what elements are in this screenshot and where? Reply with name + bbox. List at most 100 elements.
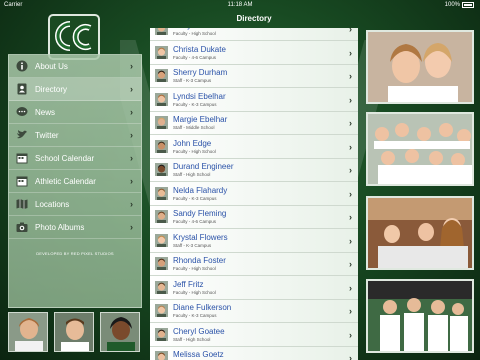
chevron-right-icon: › xyxy=(349,71,352,81)
chevron-right-icon: › xyxy=(130,199,133,209)
chevron-right-icon: › xyxy=(130,176,133,186)
battery-status: 100% xyxy=(445,0,474,10)
chevron-right-icon: › xyxy=(130,153,133,163)
avatar xyxy=(155,210,168,223)
person-role: Staff - K-3 Campus xyxy=(173,242,212,248)
sidebar-item-label: Directory xyxy=(35,84,68,94)
sidebar-nav: About Us › Directory › News › Twitter › … xyxy=(8,54,142,308)
person-role: Faculty - K-3 Campus xyxy=(173,101,217,107)
directory-row[interactable]: Nelda Flahardy Faculty - K-3 Campus › xyxy=(150,183,358,206)
directory-row[interactable]: Diane Fulkerson Faculty - K-3 Campus › xyxy=(150,300,358,323)
person-name: John Edge xyxy=(173,138,212,148)
sidebar-item-label: Locations xyxy=(35,199,70,209)
status-bar: Carrier 11:18 AM 100% xyxy=(0,0,480,10)
student-photo[interactable] xyxy=(8,312,48,352)
person-role: Faculty - K-3 Campus xyxy=(173,195,217,201)
chevron-right-icon: › xyxy=(349,306,352,316)
speech-bubble-icon xyxy=(16,106,28,118)
person-name: Lyndsi Ebelhar xyxy=(173,91,226,101)
sidebar-item-news[interactable]: News › xyxy=(9,101,141,124)
avatar xyxy=(155,186,168,200)
chevron-right-icon: › xyxy=(349,118,352,128)
developer-credit: DEVELOPED BY RED PIXEL STUDIOS xyxy=(36,251,114,256)
person-name: Margie Ebelhar xyxy=(173,115,228,124)
address-book-icon xyxy=(16,83,28,95)
avatar xyxy=(155,69,168,82)
person-name: Durand Engineer xyxy=(173,162,234,171)
chevron-right-icon: › xyxy=(349,259,352,269)
chevron-right-icon: › xyxy=(349,94,352,105)
person-role: Staff - High School xyxy=(173,336,211,342)
chevron-right-icon: › xyxy=(130,84,133,94)
directory-row[interactable]: Cheryl Goatee Staff - High School › xyxy=(150,324,358,347)
directory-row[interactable]: Jeff Fritz Faculty - High School › xyxy=(150,277,358,300)
avatar xyxy=(155,45,168,59)
person-role: Staff - Middle School xyxy=(173,125,215,130)
info-icon xyxy=(16,60,28,72)
sidebar-item-athletic-calendar[interactable]: Athletic Calendar › xyxy=(9,170,141,193)
person-role: Staff - High School xyxy=(173,172,211,177)
person-role: Faculty - High School xyxy=(173,289,216,295)
chevron-right-icon: › xyxy=(349,28,352,34)
battery-icon xyxy=(462,2,474,8)
chevron-right-icon: › xyxy=(349,141,352,152)
directory-row[interactable]: Melissa Goetz › xyxy=(150,347,358,360)
sidebar-item-label: News xyxy=(35,107,56,117)
student-photo[interactable] xyxy=(54,312,94,352)
person-name: Nelda Flahardy xyxy=(173,185,228,195)
person-role: Faculty - High School xyxy=(173,266,216,271)
gallery-photo[interactable] xyxy=(366,279,474,353)
avatar xyxy=(155,327,168,341)
person-name: Jeff Fritz xyxy=(173,279,204,289)
person-name: Rhonda Foster xyxy=(173,256,226,265)
directory-row[interactable]: Sandy Fleming Faculty - 4-6 Campus › xyxy=(150,206,358,229)
person-name: Diane Fulkerson xyxy=(173,303,232,312)
directory-row[interactable]: Andy DunhamFaculty - High School › xyxy=(150,28,358,41)
avatar xyxy=(155,92,168,106)
person-name: Krystal Flowers xyxy=(173,232,228,242)
student-photo[interactable] xyxy=(100,312,140,352)
person-name: Sherry Durham xyxy=(173,68,228,77)
twitter-bird-icon xyxy=(16,129,28,141)
directory-row[interactable]: Sherry Durham Staff - K-3 Campus › xyxy=(150,65,358,88)
avatar xyxy=(155,28,168,35)
directory-row[interactable]: Rhonda Foster Faculty - High School › xyxy=(150,253,358,276)
sidebar-item-photo-albums[interactable]: Photo Albums › xyxy=(9,216,141,239)
chevron-right-icon: › xyxy=(130,222,133,232)
gallery-photo[interactable] xyxy=(366,112,474,186)
directory-row[interactable]: Margie Ebelhar Staff - Middle School › xyxy=(150,112,358,135)
directory-row[interactable]: Lyndsi Ebelhar Faculty - K-3 Campus › xyxy=(150,89,358,112)
clock: 11:18 AM xyxy=(227,2,253,8)
sidebar-item-label: Photo Albums xyxy=(35,222,85,232)
calendar-icon xyxy=(16,175,28,187)
gallery-photo[interactable] xyxy=(366,196,474,270)
sidebar-item-label: Twitter xyxy=(35,130,59,140)
directory-row[interactable]: John Edge Faculty - High School › xyxy=(150,136,358,159)
chevron-right-icon: › xyxy=(349,212,352,222)
person-name: Andy Dunham xyxy=(173,28,224,30)
avatar xyxy=(155,351,168,360)
person-name: Cheryl Goatee xyxy=(173,326,225,336)
avatar xyxy=(155,163,168,176)
chevron-right-icon: › xyxy=(349,235,352,246)
sidebar-item-about-us[interactable]: About Us › xyxy=(9,55,141,78)
page-title: Directory xyxy=(236,14,272,23)
avatar xyxy=(155,139,168,153)
sidebar-item-school-calendar[interactable]: School Calendar › xyxy=(9,147,141,170)
sidebar-item-label: School Calendar xyxy=(35,153,95,163)
sidebar-item-twitter[interactable]: Twitter › xyxy=(9,124,141,147)
directory-row[interactable]: Durand Engineer Staff - High School › xyxy=(150,159,358,182)
chevron-right-icon: › xyxy=(349,353,352,360)
directory-row[interactable]: Christa Dukate Faculty - 4-6 Campus › xyxy=(150,42,358,65)
gallery-photo[interactable] xyxy=(366,30,474,104)
sidebar-item-directory[interactable]: Directory › xyxy=(9,78,141,101)
directory-row[interactable]: Krystal Flowers Staff - K-3 Campus › xyxy=(150,230,358,253)
sidebar-item-locations[interactable]: Locations › xyxy=(9,193,141,216)
person-role: Staff - K-3 Campus xyxy=(173,78,212,83)
chevron-right-icon: › xyxy=(349,47,352,58)
map-icon xyxy=(16,198,28,210)
sidebar-item-label: Athletic Calendar xyxy=(35,176,96,186)
person-name: Christa Dukate xyxy=(173,44,226,54)
chevron-right-icon: › xyxy=(349,282,352,293)
calendar-icon xyxy=(16,152,28,164)
